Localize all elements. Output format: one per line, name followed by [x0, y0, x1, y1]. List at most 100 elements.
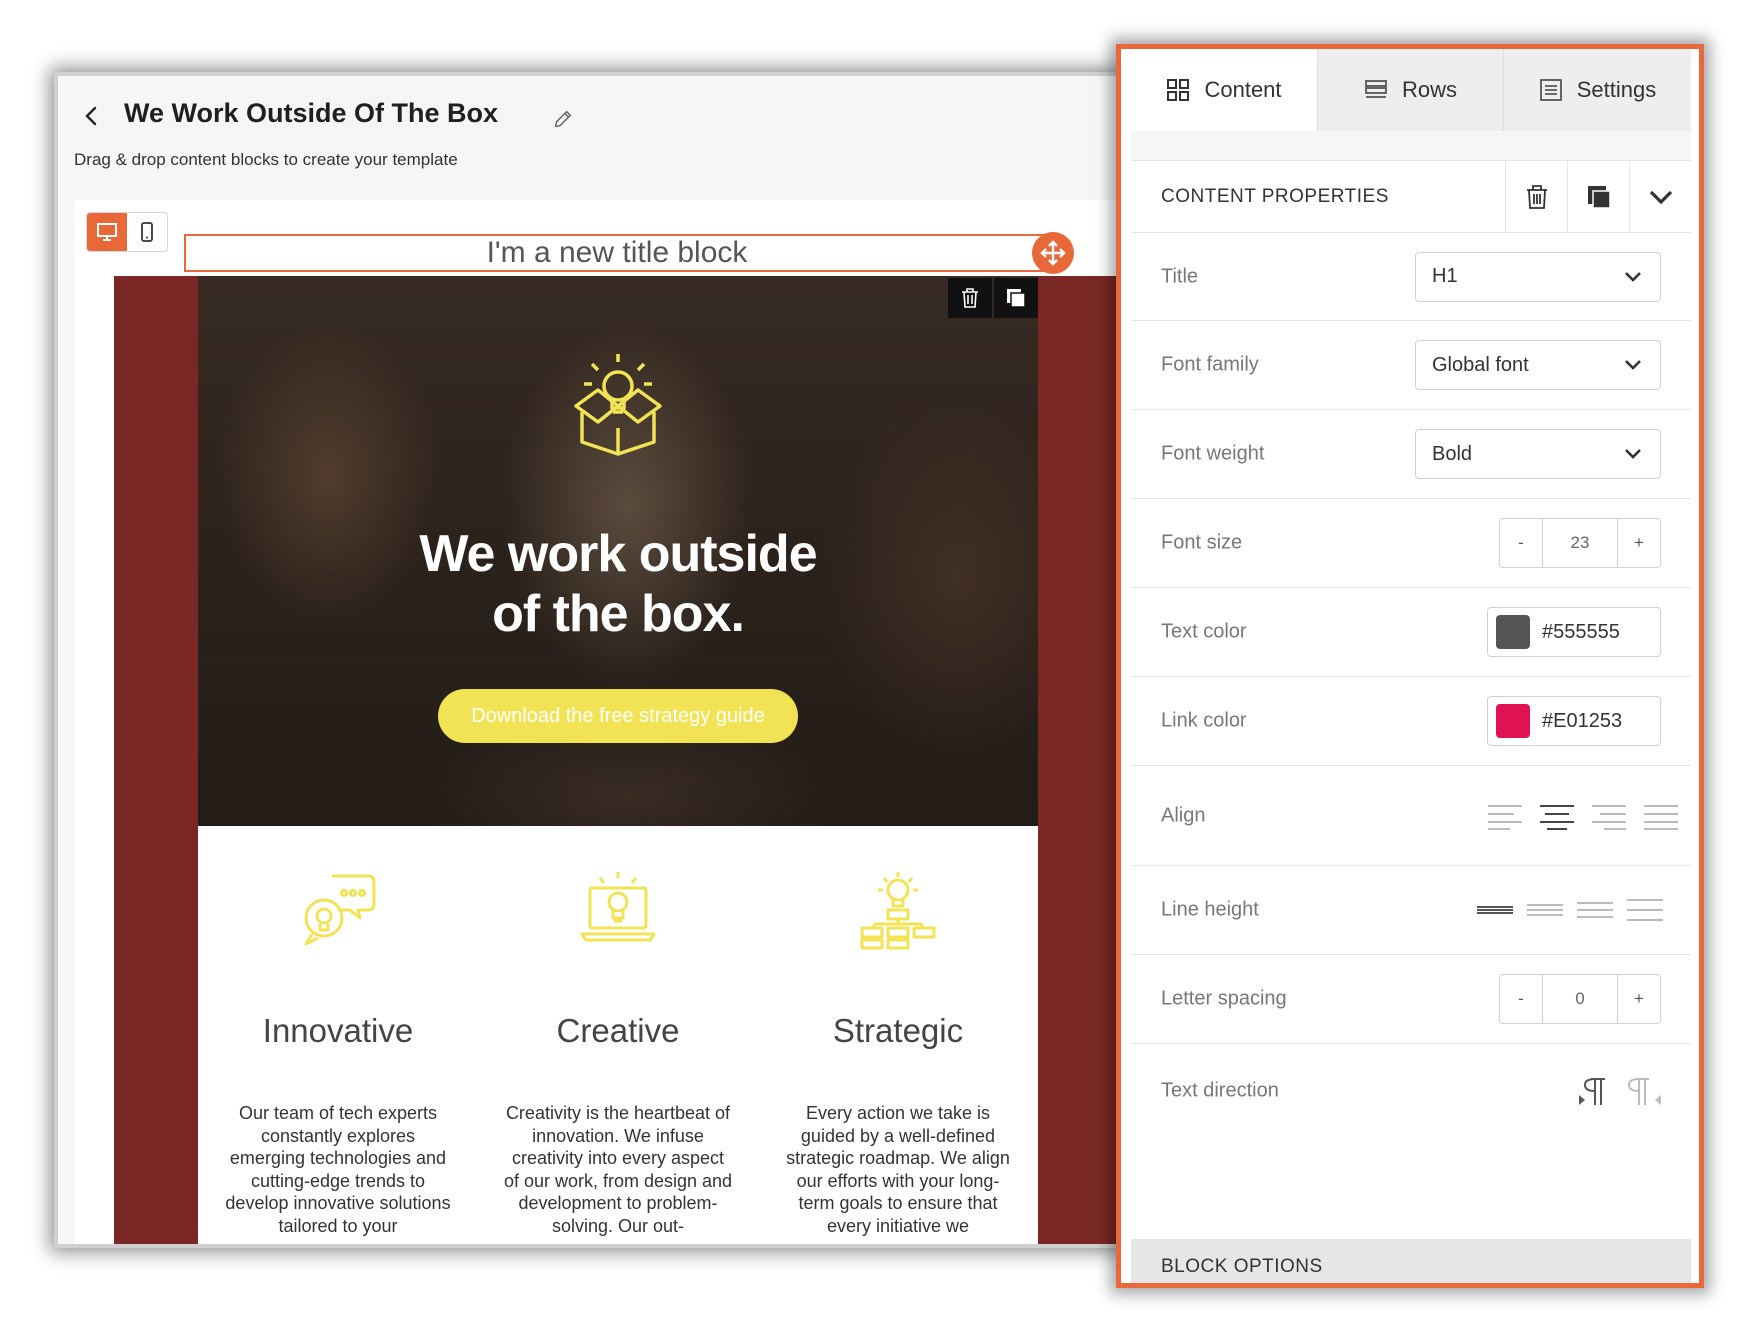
feature-title: Creative — [556, 1012, 680, 1049]
text-direction-rtl-button[interactable] — [1625, 1074, 1665, 1108]
template-title: We Work Outside Of The Box — [124, 98, 499, 128]
settings-list-icon — [1539, 79, 1562, 101]
laptop-lightbulb-icon — [580, 872, 656, 942]
row-delete-button[interactable] — [948, 278, 992, 318]
hero-heading-line-2: of the box. — [492, 585, 745, 643]
prop-text-color: Text color #555555 — [1131, 588, 1691, 677]
font-size-input[interactable]: 23 — [1542, 519, 1618, 567]
features-row[interactable]: Innovative Our team of tech experts cons… — [198, 826, 1038, 1244]
lightbulb-flowchart-icon — [860, 872, 936, 950]
align-center-button[interactable] — [1537, 799, 1577, 833]
link-color-swatch[interactable] — [1496, 704, 1530, 738]
align-left-icon — [1488, 804, 1522, 830]
title-select[interactable]: H1 — [1415, 251, 1661, 302]
feature-title: Strategic — [832, 1012, 964, 1049]
chat-bubbles-lightbulb-icon — [304, 874, 376, 946]
text-color-value: #555555 — [1542, 620, 1620, 643]
line-height-options — [1475, 893, 1665, 927]
align-left-button[interactable] — [1485, 799, 1525, 833]
text-color-swatch[interactable] — [1496, 615, 1530, 649]
prop-font-size: Font size - 23 + — [1131, 499, 1691, 588]
font-size-stepper: - 23 + — [1499, 518, 1661, 568]
select-value: Bold — [1432, 442, 1473, 465]
prop-text-direction: Text direction — [1131, 1044, 1691, 1137]
template-subtitle: Drag & drop content blocks to create you… — [74, 150, 458, 169]
mobile-view-button[interactable] — [127, 213, 167, 251]
selected-title-block[interactable]: I'm a new title block — [184, 234, 1050, 272]
font-size-increment-button[interactable]: + — [1618, 519, 1660, 567]
prop-label: Font weight — [1161, 442, 1265, 465]
feature-creative: Creative Creativity is the heartbeat of … — [478, 826, 758, 1244]
download-guide-button[interactable]: Download the free strategy guide — [438, 689, 798, 743]
properties-panel: Content Rows Settings CONTENT PROPERTIES… — [1116, 44, 1704, 1288]
letter-spacing-increment-button[interactable]: + — [1618, 975, 1660, 1023]
trash-icon — [962, 288, 978, 308]
tab-content-label: Content — [1204, 77, 1282, 102]
feature-innovative: Innovative Our team of tech experts cons… — [198, 826, 478, 1244]
font-weight-select[interactable]: Bold — [1415, 429, 1661, 479]
tab-rows[interactable]: Rows — [1317, 49, 1503, 131]
hero-heading: We work outside of the box. — [198, 524, 1038, 644]
prop-font-family: Font family Global font — [1131, 321, 1691, 410]
pilcrow-rtl-icon — [1627, 1077, 1661, 1105]
line-height-relaxed-button[interactable] — [1575, 893, 1615, 927]
duplicate-block-button[interactable] — [1567, 160, 1629, 233]
letter-spacing-input[interactable]: 0 — [1542, 975, 1618, 1023]
line-height-normal-icon — [1527, 904, 1563, 916]
align-right-icon — [1592, 804, 1626, 830]
edit-pencil-icon[interactable] — [552, 108, 574, 130]
properties-panel-body: Content Rows Settings CONTENT PROPERTIES… — [1131, 49, 1691, 1283]
trash-icon — [1526, 184, 1547, 209]
line-height-compact-button[interactable] — [1475, 893, 1515, 927]
panel-tabs: Content Rows Settings — [1131, 49, 1691, 131]
block-options-header[interactable]: BLOCK OPTIONS — [1131, 1239, 1691, 1283]
mobile-icon — [141, 222, 153, 242]
collapse-section-button[interactable] — [1629, 160, 1691, 233]
device-toggle — [86, 212, 168, 252]
align-options — [1485, 799, 1681, 833]
align-center-icon — [1540, 804, 1574, 830]
hero-section[interactable]: We work outside of the box. Download the… — [198, 276, 1038, 826]
feature-title: Innovative — [262, 1012, 414, 1049]
rows-icon — [1365, 80, 1387, 98]
letter-spacing-decrement-button[interactable]: - — [1500, 975, 1542, 1023]
feature-text: Every action we take is guided by a well… — [786, 1103, 1010, 1236]
desktop-icon — [97, 223, 117, 241]
prop-label: Text color — [1161, 620, 1247, 643]
desktop-view-button[interactable] — [87, 213, 127, 251]
line-height-loose-button[interactable] — [1625, 893, 1665, 927]
block-options-title: BLOCK OPTIONS — [1161, 1256, 1323, 1277]
chevron-down-icon — [1625, 449, 1641, 459]
text-color-field[interactable]: #555555 — [1487, 607, 1661, 657]
tab-settings[interactable]: Settings — [1503, 49, 1691, 131]
line-height-normal-button[interactable] — [1525, 893, 1565, 927]
text-direction-ltr-button[interactable] — [1575, 1074, 1615, 1108]
font-size-decrement-button[interactable]: - — [1500, 519, 1542, 567]
prop-label: Line height — [1161, 898, 1259, 921]
prop-line-height: Line height — [1131, 866, 1691, 955]
select-value: Global font — [1432, 353, 1529, 376]
prop-font-weight: Font weight Bold — [1131, 410, 1691, 499]
link-color-field[interactable]: #E01253 — [1487, 696, 1661, 746]
align-justify-button[interactable] — [1641, 799, 1681, 833]
prop-letter-spacing: Letter spacing - 0 + — [1131, 955, 1691, 1044]
delete-block-button[interactable] — [1505, 160, 1567, 233]
hero-heading-line-1: We work outside — [419, 525, 817, 583]
feature-strategic: Strategic Every action we take is guided… — [758, 826, 1038, 1244]
tab-content[interactable]: Content — [1131, 49, 1317, 131]
letter-spacing-stepper: - 0 + — [1499, 974, 1661, 1024]
tab-settings-label: Settings — [1576, 77, 1657, 102]
align-right-button[interactable] — [1589, 799, 1629, 833]
prop-align: Align — [1131, 766, 1691, 866]
move-handle-icon[interactable] — [1032, 232, 1074, 274]
row-duplicate-button[interactable] — [994, 278, 1038, 318]
text-direction-options — [1575, 1074, 1665, 1108]
font-family-select[interactable]: Global font — [1415, 340, 1661, 390]
section-title: CONTENT PROPERTIES — [1161, 185, 1389, 207]
prop-label: Text direction — [1161, 1079, 1279, 1101]
back-arrow-icon[interactable] — [80, 104, 104, 128]
prop-label: Font family — [1161, 353, 1259, 376]
email-canvas: I'm a new title block We work outside of… — [74, 200, 1122, 1244]
tab-rows-label: Rows — [1401, 77, 1457, 102]
duplicate-icon — [1587, 185, 1611, 209]
